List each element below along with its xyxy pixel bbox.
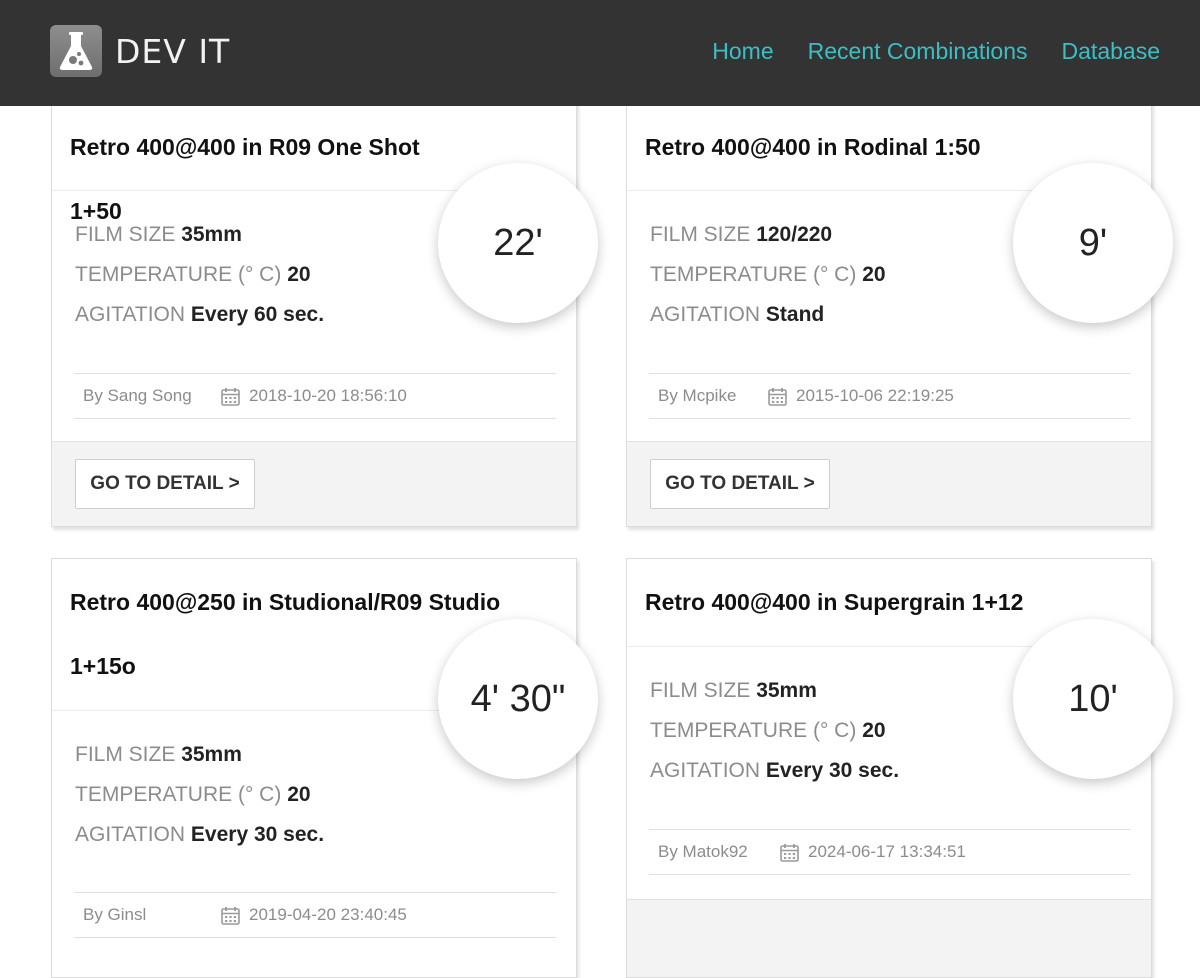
go-to-detail-button[interactable]: GO TO DETAIL > <box>650 459 830 509</box>
spec-list: FILM SIZE 35mm TEMPERATURE (° C) 20 AGIT… <box>75 215 324 335</box>
date-text: 2018-10-20 18:56:10 <box>249 386 407 405</box>
dev-time-badge: 4' 30" <box>438 619 598 779</box>
dev-time-badge: 10' <box>1013 619 1173 779</box>
go-to-detail-button[interactable]: GO TO DETAIL > <box>75 459 255 509</box>
card-meta: By Ginsl 2019-04-20 23:40:45 <box>74 892 556 938</box>
spec-value: Every 60 sec. <box>190 303 325 326</box>
spec-label: TEMPERATURE (° C) <box>650 719 857 742</box>
spec-value: Every 30 sec. <box>765 759 900 782</box>
card-title[interactable]: Retro 400@400 in Rodinal 1:50 <box>645 115 1031 179</box>
spec-list: FILM SIZE 35mm TEMPERATURE (° C) 20 AGIT… <box>650 671 899 791</box>
date-info: 2018-10-20 18:56:10 <box>221 386 407 406</box>
spec-agitation: AGITATION Every 30 sec. <box>650 751 899 791</box>
author[interactable]: By Mcpike <box>649 386 768 406</box>
card-meta: By Matok92 2024-06-17 13:34:51 <box>649 829 1131 875</box>
flask-icon <box>50 25 102 77</box>
spec-value: 120/220 <box>756 223 833 246</box>
spec-film-size: FILM SIZE 35mm <box>75 215 324 255</box>
spec-film-size: FILM SIZE 120/220 <box>650 215 886 255</box>
card-footer: GO TO DETAIL > <box>627 441 1151 526</box>
spec-label: AGITATION <box>650 303 761 326</box>
brand[interactable]: DEV IT <box>50 25 230 77</box>
date-text: 2019-04-20 23:40:45 <box>249 905 407 924</box>
spec-value: 35mm <box>756 679 817 702</box>
brand-name: DEV IT <box>115 31 231 71</box>
date-text: 2015-10-06 22:19:25 <box>796 386 954 405</box>
date-info: 2024-06-17 13:34:51 <box>780 842 966 862</box>
spec-label: AGITATION <box>75 823 186 846</box>
spec-value: 20 <box>287 783 311 806</box>
spec-film-size: FILM SIZE 35mm <box>75 735 324 775</box>
date-info: 2015-10-06 22:19:25 <box>768 386 954 406</box>
author[interactable]: By Sang Song <box>74 386 221 406</box>
calendar-icon <box>768 387 787 406</box>
top-navbar: DEV IT Home Recent Combinations Database <box>0 0 1200 106</box>
spec-value: 35mm <box>181 743 242 766</box>
spec-agitation: AGITATION Every 60 sec. <box>75 295 324 335</box>
card-footer: GO TO DETAIL > <box>52 441 576 526</box>
author[interactable]: By Ginsl <box>74 905 221 925</box>
spec-label: FILM SIZE <box>650 679 751 702</box>
spec-temperature: TEMPERATURE (° C) 20 <box>650 255 886 295</box>
spec-label: TEMPERATURE (° C) <box>75 783 282 806</box>
spec-agitation: AGITATION Stand <box>650 295 886 335</box>
author[interactable]: By Matok92 <box>649 842 780 862</box>
spec-label: FILM SIZE <box>650 223 751 246</box>
card-meta: By Sang Song 2018-10-20 18:56:10 <box>74 373 556 419</box>
calendar-icon <box>221 387 240 406</box>
nav-home[interactable]: Home <box>712 38 773 65</box>
spec-label: FILM SIZE <box>75 223 176 246</box>
spec-value: 35mm <box>181 223 242 246</box>
spec-temperature: TEMPERATURE (° C) 20 <box>75 775 324 815</box>
spec-agitation: AGITATION Every 30 sec. <box>75 815 324 855</box>
spec-list: FILM SIZE 35mm TEMPERATURE (° C) 20 AGIT… <box>75 735 324 855</box>
spec-temperature: TEMPERATURE (° C) 20 <box>75 255 324 295</box>
card-footer <box>627 899 1151 977</box>
card-title[interactable]: Retro 400@400 in Supergrain 1+12 <box>645 570 1031 634</box>
spec-value: 20 <box>862 719 886 742</box>
spec-value: 20 <box>287 263 311 286</box>
spec-temperature: TEMPERATURE (° C) 20 <box>650 711 899 751</box>
dev-time-badge: 22' <box>438 163 598 323</box>
spec-label: AGITATION <box>650 759 761 782</box>
spec-label: TEMPERATURE (° C) <box>75 263 282 286</box>
spec-label: AGITATION <box>75 303 186 326</box>
date-info: 2019-04-20 23:40:45 <box>221 905 407 925</box>
spec-label: FILM SIZE <box>75 743 176 766</box>
calendar-icon <box>221 906 240 925</box>
spec-label: TEMPERATURE (° C) <box>650 263 857 286</box>
dev-time-badge: 9' <box>1013 163 1173 323</box>
date-text: 2024-06-17 13:34:51 <box>808 842 966 861</box>
spec-value: Every 30 sec. <box>190 823 325 846</box>
spec-value: Stand <box>765 303 825 326</box>
spec-value: 20 <box>862 263 886 286</box>
card-meta: By Mcpike 2015-10-06 22:19:25 <box>649 373 1131 419</box>
main-nav: Home Recent Combinations Database <box>678 38 1160 65</box>
spec-list: FILM SIZE 120/220 TEMPERATURE (° C) 20 A… <box>650 215 886 335</box>
nav-database[interactable]: Database <box>1062 38 1160 65</box>
calendar-icon <box>780 843 799 862</box>
spec-film-size: FILM SIZE 35mm <box>650 671 899 711</box>
nav-recent-combinations[interactable]: Recent Combinations <box>808 38 1028 65</box>
